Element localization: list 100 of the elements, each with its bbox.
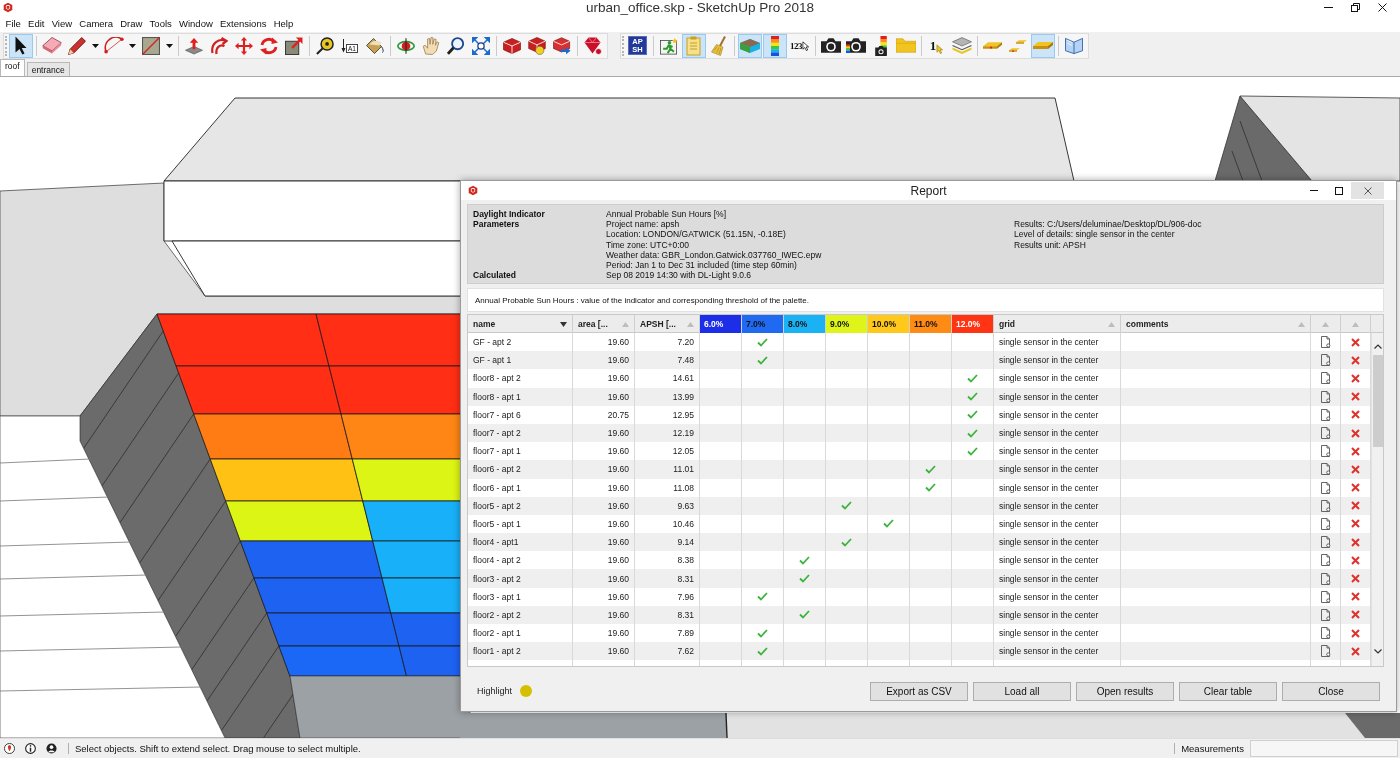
palette-column-header[interactable]: 8.0% [784,315,826,333]
delete-icon[interactable] [1351,464,1360,474]
document-icon[interactable] [1320,445,1331,458]
delete-icon[interactable] [1351,574,1360,584]
document-icon[interactable] [1320,336,1331,349]
document-icon[interactable] [1320,645,1331,658]
delete-icon[interactable] [1351,373,1360,383]
document-icon[interactable] [1320,354,1331,367]
table-cell: 19.60 [573,496,635,515]
dialog-button[interactable]: Open results [1076,681,1174,701]
document-icon[interactable] [1320,590,1331,603]
menu-item[interactable]: File [2,15,25,32]
gradient-bar-tool-button[interactable] [762,33,787,58]
dialog-button[interactable]: Clear table [1179,681,1277,701]
caret-icon [91,43,99,48]
delete-icon[interactable] [1351,646,1360,656]
check-icon [967,373,978,383]
dialog-title: Report [910,183,947,198]
table-cell: single sensor in the center [994,496,1121,515]
shaded-block-tool-button[interactable] [737,33,762,58]
document-icon[interactable] [1320,536,1331,549]
delete-icon[interactable] [1351,355,1360,365]
cube-icon [502,36,521,55]
delete-icon[interactable] [1351,592,1360,602]
delete-icon[interactable] [1351,392,1360,402]
check-icon [799,610,810,620]
delete-icon[interactable] [1351,501,1360,511]
delete-icon[interactable] [1351,483,1360,493]
minimize-icon [1310,190,1318,191]
table-cell: single sensor in the center [994,387,1121,406]
person-icon[interactable] [46,743,57,754]
document-icon[interactable] [1320,408,1331,421]
delete-icon[interactable] [1351,337,1360,347]
dialog-button[interactable]: Close [1282,681,1380,701]
orbit-icon [396,36,415,55]
clipboard-tool-button[interactable] [681,33,706,58]
palette-column-header[interactable]: 12.0% [952,315,994,333]
cube-with-arrow-icon [552,36,571,55]
vertical-scrollbar[interactable] [1371,333,1383,666]
check-icon [757,355,768,365]
delete-icon[interactable] [1351,610,1360,620]
dialog-button[interactable]: Load all [973,681,1071,701]
palette-column-header[interactable]: 11.0% [910,315,952,333]
location-pin-icon[interactable] [4,743,15,754]
table-cell: 14.61 [635,369,700,388]
numeral-cursor-tool-button[interactable]: 1 [924,33,949,58]
menu-item[interactable]: Window [175,15,217,32]
table-cell: 19.60 [573,569,635,588]
document-icon[interactable] [1320,481,1331,494]
palette-column-header[interactable]: 10.0% [868,315,910,333]
info-icon[interactable] [25,743,36,754]
cube-with-badge-icon [527,36,546,55]
arrow-cursor-tool-button[interactable] [8,33,33,58]
table-cell: single sensor in the center [994,369,1121,388]
menu-item[interactable]: View [48,15,76,32]
palette-column-header[interactable]: 9.0% [826,315,868,333]
delete-icon[interactable] [1351,555,1360,565]
number-cursor-tool-button[interactable]: 123 [787,33,812,58]
delete-icon[interactable] [1351,428,1360,438]
paint-bucket-icon [365,36,384,55]
shaded-block-icon [739,38,760,53]
scene-tab[interactable]: roof [0,59,25,76]
document-icon[interactable] [1320,372,1331,385]
push-pull-icon [184,36,203,55]
arc-icon [103,37,124,54]
delete-icon[interactable] [1351,446,1360,456]
running-figure-icon [659,36,678,55]
scrollbar-thumb[interactable] [1372,355,1383,447]
document-icon[interactable] [1320,572,1331,585]
document-icon[interactable] [1320,608,1331,621]
document-icon[interactable] [1320,390,1331,403]
palette-column-header[interactable]: 7.0% [742,315,784,333]
delete-icon[interactable] [1351,410,1360,420]
delete-icon[interactable] [1351,628,1360,638]
cursor-icon [936,43,944,54]
swirl-arrow-icon [209,36,228,55]
scroll-down-icon[interactable] [1373,649,1382,654]
document-icon[interactable] [1320,554,1331,567]
menu-item[interactable]: Tools [146,15,176,32]
table-cell: single sensor in the center [994,642,1121,661]
document-icon[interactable] [1320,463,1331,476]
menu-item[interactable]: Help [270,15,297,32]
dialog-button[interactable]: Export as CSV [870,681,968,701]
summary-value: Period: Jan 1 to Dec 31 included (time step 60min) [606,260,798,271]
slab-tool-button[interactable] [1030,33,1055,58]
document-icon[interactable] [1320,499,1331,512]
delete-icon[interactable] [1351,519,1360,529]
check-icon [757,628,768,638]
menu-item[interactable]: Camera [75,15,117,32]
gradient-bar-icon [770,35,779,56]
measurements-field[interactable] [1250,740,1398,757]
document-icon[interactable] [1320,517,1331,530]
scene-tab[interactable]: entrance [26,62,70,76]
scroll-up-icon[interactable] [1373,344,1382,349]
delete-icon[interactable] [1351,537,1360,547]
document-icon[interactable] [1320,627,1331,640]
menu-item[interactable]: Extensions [216,15,271,32]
menu-item[interactable]: Draw [116,15,146,32]
menu-item[interactable]: Edit [24,15,49,32]
document-icon[interactable] [1320,427,1331,440]
